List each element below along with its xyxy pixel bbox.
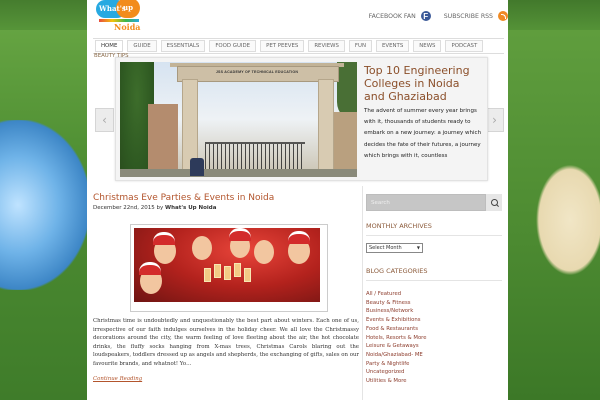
category-link[interactable]: All / Featured: [366, 290, 502, 299]
post-image[interactable]: [130, 224, 328, 312]
slide-excerpt: The advent of summer every year brings w…: [364, 108, 482, 159]
nav-reviews[interactable]: REVIEWS: [308, 40, 345, 52]
category-list: All / Featured Beauty & Fitness Business…: [366, 290, 502, 386]
category-link[interactable]: Hotels, Resorts & More: [366, 334, 502, 343]
nav-food-guide[interactable]: FOOD GUIDE: [209, 40, 257, 52]
category-link[interactable]: Events & Exhibitions: [366, 316, 502, 325]
search-button[interactable]: [486, 194, 502, 211]
nav-events[interactable]: EVENTS: [376, 40, 410, 52]
category-link[interactable]: Beauty & Fitness: [366, 299, 502, 308]
blog-post: Christmas Eve Parties & Events in Noida …: [93, 193, 359, 382]
archives-select-value: Select Month: [369, 245, 402, 251]
category-link[interactable]: Noida/Ghaziabad- ME: [366, 351, 502, 360]
logo-word-whats: What's: [99, 4, 126, 13]
slider-prev-button[interactable]: ‹: [95, 108, 114, 132]
slide-image[interactable]: JSS ACADEMY OF TECHNICAL EDUCATION: [120, 62, 357, 177]
chevron-down-icon: ▼: [416, 245, 420, 250]
sidebar: Search MONTHLY ARCHIVES Select Month ▼ B…: [366, 194, 502, 386]
search-icon: [490, 199, 498, 206]
category-link[interactable]: Leisure & Getaways: [366, 342, 502, 351]
post-by: by: [156, 205, 164, 211]
nav-news[interactable]: NEWS: [413, 40, 442, 52]
category-link[interactable]: Party & Nightlife: [366, 360, 502, 369]
subscribe-rss-link[interactable]: SUBSCRIBE RSS: [444, 13, 493, 20]
search-input[interactable]: Search: [366, 194, 486, 211]
nav-fun[interactable]: FUN: [348, 40, 372, 52]
archives-select[interactable]: Select Month ▼: [366, 243, 423, 253]
rss-icon[interactable]: [498, 11, 508, 21]
category-link[interactable]: Food & Restaurants: [366, 325, 502, 334]
page-container: What's up Noida FACEBOOK FAN f SUBSCRIBE…: [87, 0, 508, 400]
category-link[interactable]: Uncategorized: [366, 368, 502, 377]
post-author[interactable]: What's Up Noida: [165, 205, 216, 211]
blog-categories-title: BLOG CATEGORIES: [366, 267, 502, 281]
category-link[interactable]: Utilities & More: [366, 377, 502, 386]
slide-title[interactable]: Top 10 Engineering Colleges in Noida and…: [364, 64, 482, 103]
nav-home[interactable]: HOME: [95, 40, 124, 52]
continue-reading-link[interactable]: Continue Reading: [93, 376, 142, 382]
nav-essentials[interactable]: ESSENTIALS: [160, 40, 206, 52]
nav-podcast[interactable]: PODCAST: [445, 40, 484, 52]
search-form: Search: [366, 194, 502, 211]
logo-word-noida: Noida: [114, 22, 141, 32]
main-nav: HOME GUIDE ESSENTIALS FOOD GUIDE PET PEE…: [93, 38, 504, 54]
top-links: FACEBOOK FAN f SUBSCRIBE RSS: [369, 11, 508, 21]
post-meta: December 22nd, 2015 by What's Up Noida: [93, 205, 359, 211]
featured-slider: JSS ACADEMY OF TECHNICAL EDUCATION Top 1…: [115, 57, 488, 181]
site-logo[interactable]: What's up Noida: [96, 0, 142, 36]
post-title[interactable]: Christmas Eve Parties & Events in Noida: [93, 193, 359, 203]
nav-pet-peeves[interactable]: PET PEEVES: [260, 40, 305, 52]
column-divider: [362, 186, 363, 400]
facebook-fan-link[interactable]: FACEBOOK FAN: [369, 13, 416, 20]
gate-sign-text: JSS ACADEMY OF TECHNICAL EDUCATION: [215, 70, 299, 74]
nav-guide[interactable]: GUIDE: [127, 40, 157, 52]
monthly-archives-title: MONTHLY ARCHIVES: [366, 222, 502, 236]
post-excerpt: Christmas time is undoubtedly and unques…: [93, 318, 359, 367]
category-link[interactable]: Business/Network: [366, 307, 502, 316]
logo-word-up: up: [123, 3, 133, 12]
facebook-icon[interactable]: f: [420, 11, 431, 21]
post-date: December 22nd, 2015: [93, 205, 155, 211]
